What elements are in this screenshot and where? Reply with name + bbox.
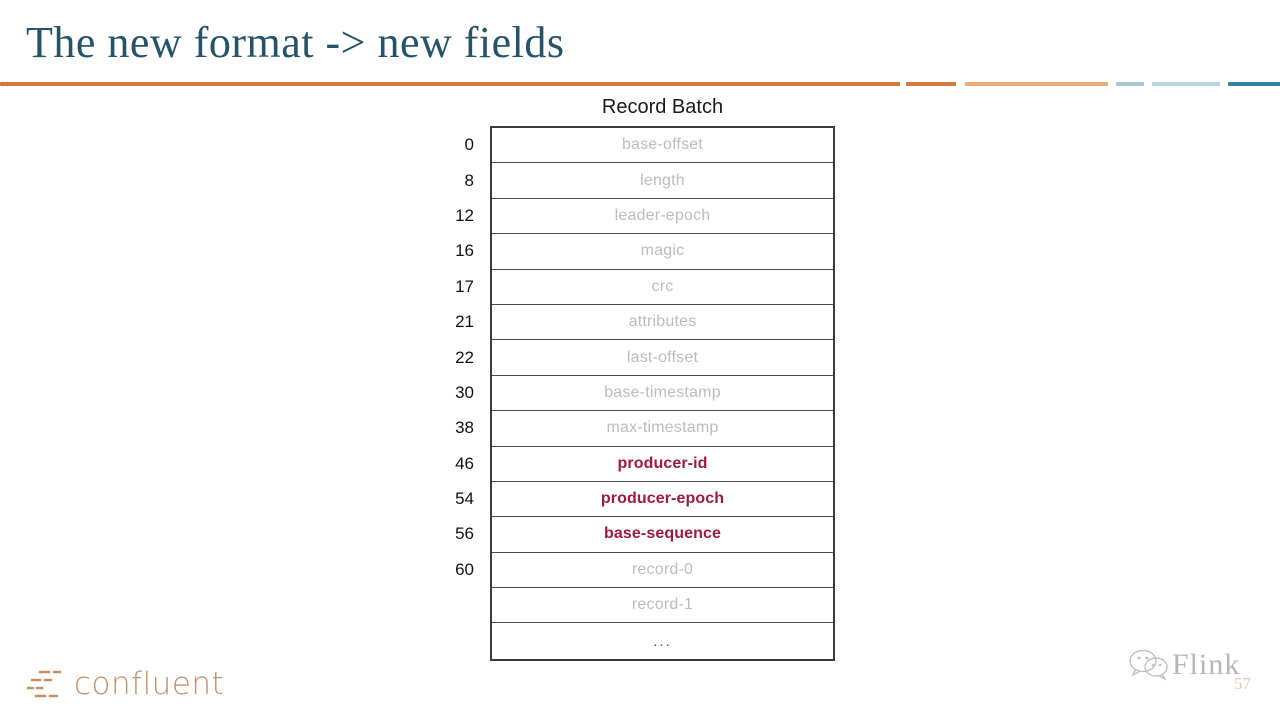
row-offset-label: 16 <box>455 241 474 261</box>
row-offset-label: 12 <box>455 205 474 225</box>
row-offset-label: 54 <box>455 489 474 509</box>
page-number: 57 <box>1234 674 1251 693</box>
row-offset-label: 0 <box>464 135 474 155</box>
table-row: 46 producer-id <box>455 447 833 482</box>
main-orange-rule <box>0 82 900 86</box>
blue-dash-short <box>1116 82 1144 86</box>
wechat-icon <box>1129 649 1168 681</box>
row-field-label: record-1 <box>631 596 694 614</box>
row-offset-label: 21 <box>455 312 474 332</box>
row-field-label: crc <box>651 277 674 295</box>
blue-dash-dark <box>1228 82 1280 86</box>
row-offset-label: 8 <box>464 170 474 190</box>
row-field-label: producer-id <box>617 454 708 472</box>
row-offset-label: 22 <box>455 347 474 367</box>
page-title: The new format -> new fields <box>26 18 565 67</box>
row-field-label: base-timestamp <box>604 383 721 401</box>
row-field-label: base-sequence <box>604 525 721 543</box>
flink-wordmark: Flink <box>1172 648 1241 681</box>
confluent-wordmark: confluent <box>74 666 225 702</box>
title-divider <box>0 82 1280 88</box>
table-row: 21 attributes <box>455 305 833 341</box>
row-offset-label: 30 <box>455 382 474 402</box>
row-field-label: last-offset <box>626 348 699 366</box>
blue-dash-long <box>1152 82 1220 86</box>
diagram-title: Record Batch <box>601 96 724 118</box>
confluent-logo: confluent <box>26 662 226 710</box>
row-field-label: length <box>640 171 685 189</box>
table-row: 30 base-timestamp <box>455 376 833 412</box>
table-row: 17 crc <box>455 270 833 305</box>
row-field-label: ... <box>653 632 672 650</box>
row-field-label: producer-epoch <box>600 490 725 508</box>
table-row: 38 max-timestamp <box>455 411 833 447</box>
table-row: 56 base-sequence <box>455 517 833 553</box>
table-row: 22 last-offset <box>455 340 833 376</box>
row-offset-label: 46 <box>455 453 474 473</box>
row-offset-label: 56 <box>455 524 474 544</box>
record-batch-table: 0 base-offset 8 length 12 leader-epoch 16 magic… <box>455 126 835 661</box>
table-row: 8 length <box>465 163 833 199</box>
row-offset-label: 38 <box>455 418 474 438</box>
row-field-label: leader-epoch <box>614 206 711 224</box>
row-field-label: base-offset <box>621 136 704 154</box>
row-field-label: magic <box>640 242 685 260</box>
table-row: ... <box>492 623 833 658</box>
table-row: 60 record-0 <box>455 553 833 589</box>
table-row: 54 producer-epoch <box>455 482 833 518</box>
orange-dash-long <box>965 82 1108 86</box>
table-row: record-1 <box>492 588 833 624</box>
row-field-label: attributes <box>628 313 697 331</box>
row-offset-label: 17 <box>455 276 474 296</box>
row-offset-label: 60 <box>455 559 474 579</box>
confluent-mark-icon <box>26 670 62 698</box>
row-field-label: max-timestamp <box>606 419 719 437</box>
flink-wechat-logo: Flink 57 <box>1128 648 1268 700</box>
table-row: 16 magic <box>455 234 833 270</box>
orange-dash-short <box>906 82 956 86</box>
row-field-label: record-0 <box>631 560 694 578</box>
table-row: 0 base-offset <box>465 128 833 164</box>
table-row: 12 leader-epoch <box>455 199 833 235</box>
